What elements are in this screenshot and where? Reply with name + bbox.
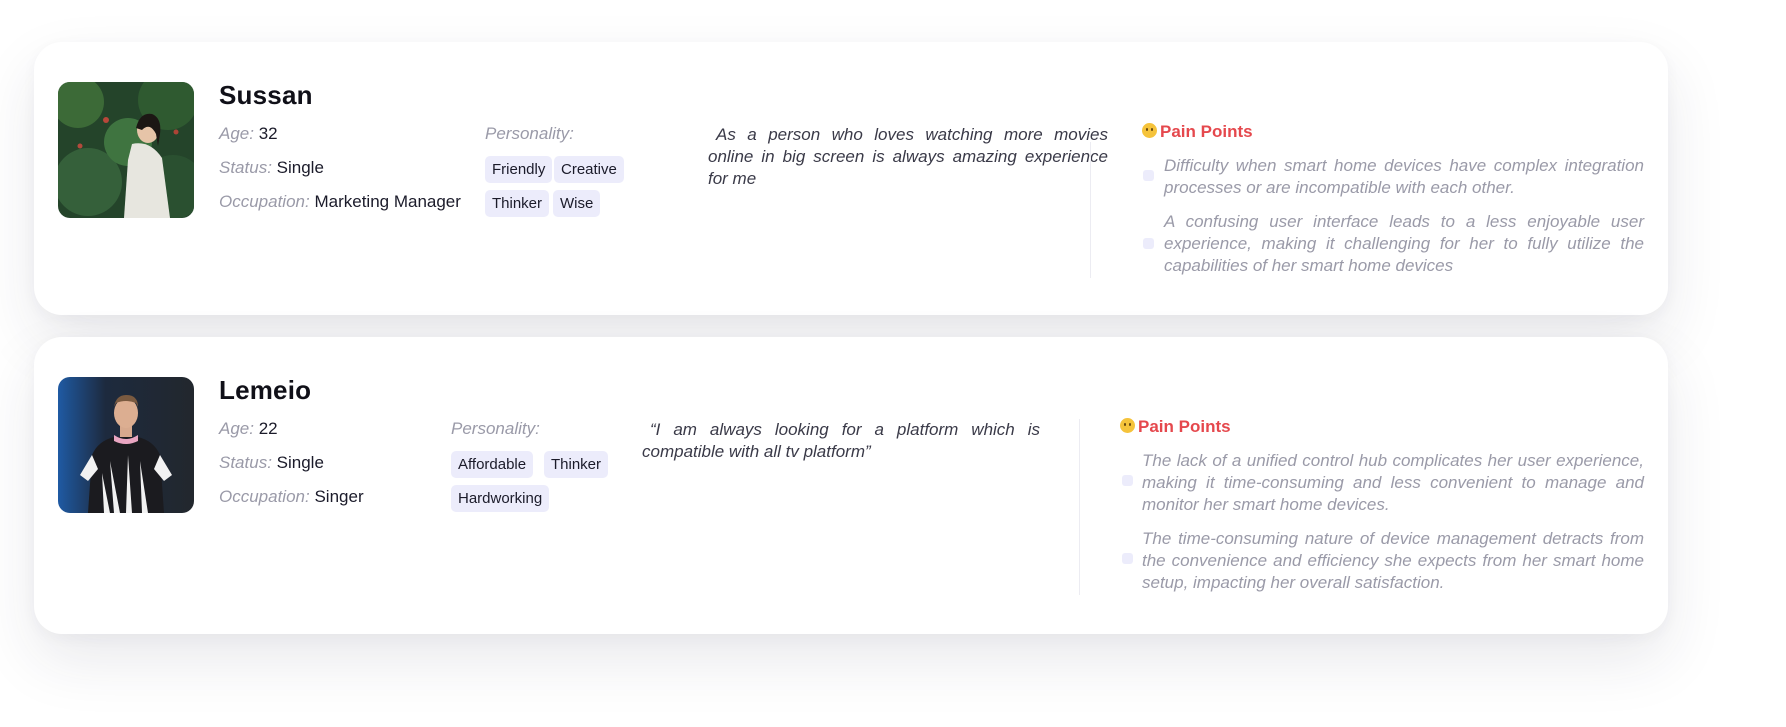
personality-tag: Creative — [554, 156, 624, 183]
persona-name: Lemeio — [219, 375, 312, 405]
pain-point-item: A confusing user interface leads to a le… — [1164, 212, 1644, 275]
section-divider — [1090, 142, 1091, 278]
status-value: Single — [276, 453, 324, 472]
avatar-lemeio — [58, 377, 194, 513]
worried-face-icon — [1120, 418, 1135, 433]
avatar-sussan — [58, 82, 194, 218]
status-row: Status: Single — [219, 453, 324, 473]
occupation-value: Singer — [314, 487, 364, 506]
pain-point-item: Difficulty when smart home devices have … — [1164, 156, 1644, 197]
personality-label: Personality: — [485, 124, 574, 143]
pain-points-title: Pain Points — [1160, 122, 1253, 141]
occupation-label: Occupation: — [219, 487, 310, 506]
age-value: 32 — [258, 124, 278, 143]
age-row: Age: 32 — [219, 124, 278, 144]
age-label: Age: — [219, 124, 254, 143]
pain-points-title: Pain Points — [1138, 417, 1231, 436]
persona-card-lemeio: Lemeio Age: 22 Status: Single Occupation… — [34, 337, 1668, 634]
persona-card-sussan: Sussan Age: 32 Status: Single Occupation… — [34, 42, 1668, 315]
persona-name: Sussan — [219, 80, 313, 110]
pain-point-item: The lack of a unified control hub compli… — [1142, 451, 1644, 514]
personality-tag: Hardworking — [451, 485, 550, 512]
status-row: Status: Single — [219, 158, 324, 178]
persona-quote: “I am always looking for a platform whic… — [642, 420, 1040, 461]
pain-point-item: The time-consuming nature of device mana… — [1142, 529, 1644, 592]
worried-face-icon — [1142, 123, 1157, 138]
status-label: Status: — [219, 453, 272, 472]
age-row: Age: 22 — [219, 419, 278, 439]
pain-points-heading: Pain Points — [1142, 122, 1253, 142]
persona-quote: As a person who loves watching more movi… — [708, 125, 1108, 188]
status-value: Single — [276, 158, 324, 177]
section-divider — [1079, 419, 1080, 595]
personality-tag: Thinker — [485, 190, 550, 217]
personality-tag: Friendly — [485, 156, 553, 183]
pain-points-heading: Pain Points — [1120, 417, 1231, 437]
personality-tag: Wise — [553, 190, 601, 217]
bullet-icon — [1122, 475, 1133, 486]
personality-tag: Thinker — [544, 451, 609, 478]
bullet-icon — [1143, 170, 1154, 181]
personality-label: Personality: — [451, 419, 540, 438]
occupation-value: Marketing Manager — [314, 192, 461, 211]
bullet-icon — [1122, 553, 1133, 564]
occupation-row: Occupation: Marketing Manager — [219, 192, 461, 212]
age-label: Age: — [219, 419, 254, 438]
status-label: Status: — [219, 158, 272, 177]
occupation-row: Occupation: Singer — [219, 487, 364, 507]
personality-tag: Affordable — [451, 451, 534, 478]
occupation-label: Occupation: — [219, 192, 310, 211]
age-value: 22 — [258, 419, 278, 438]
bullet-icon — [1143, 238, 1154, 249]
